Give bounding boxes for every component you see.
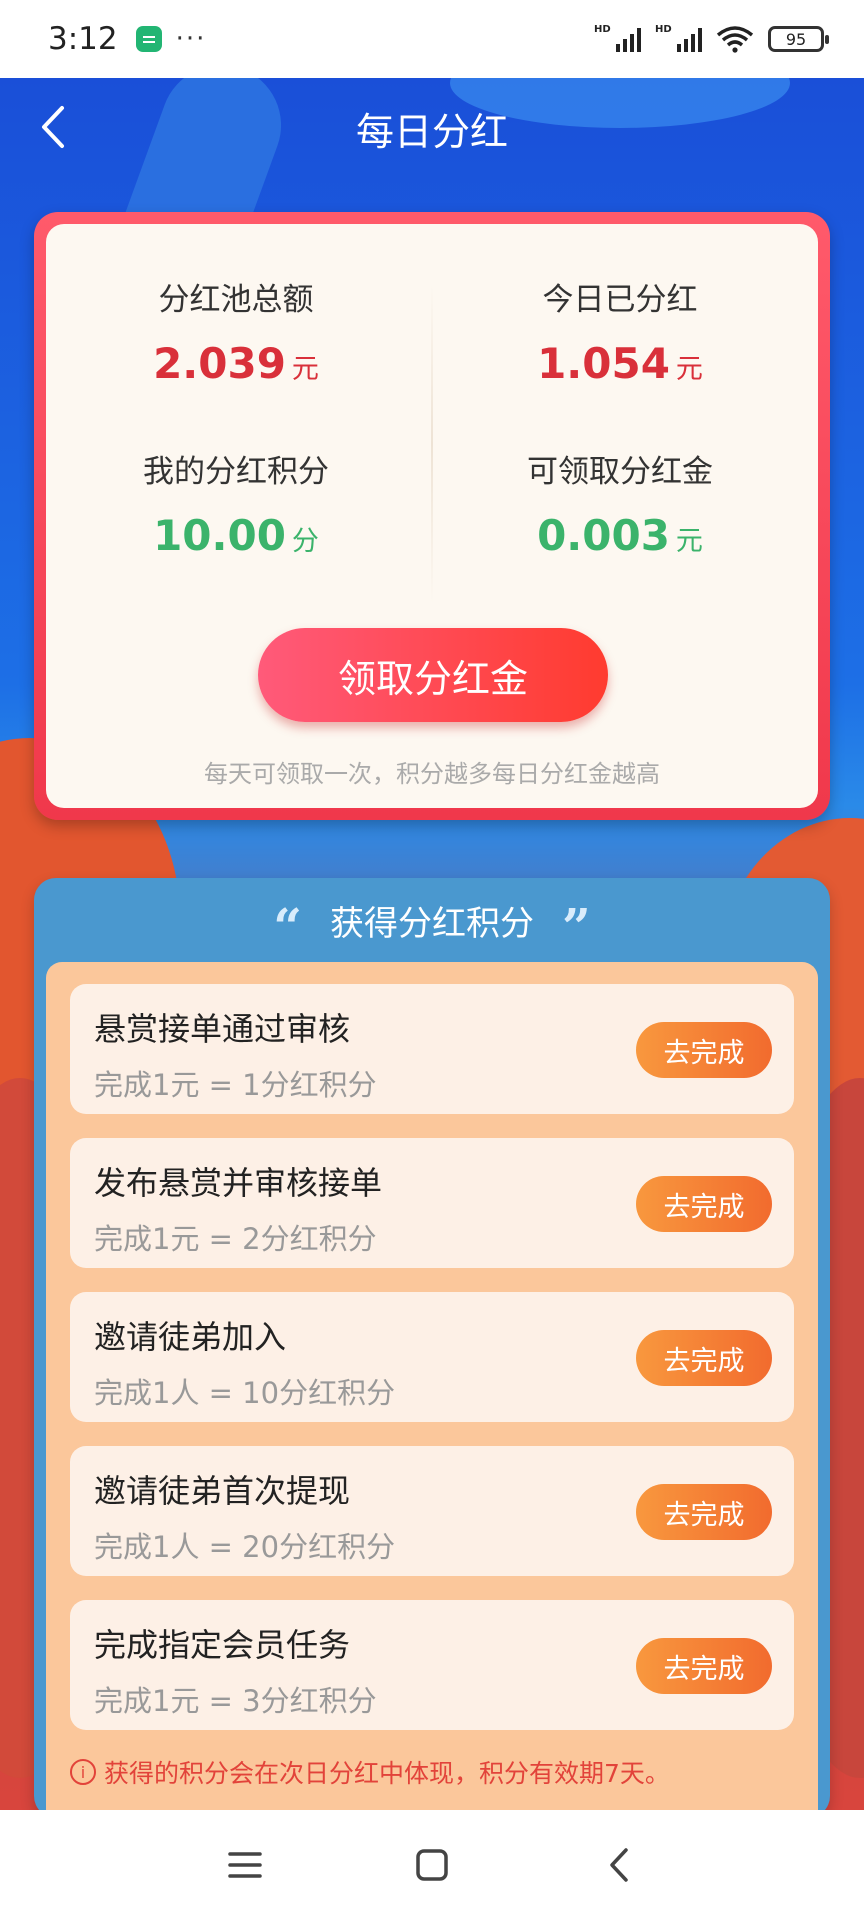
task-item: 邀请徒弟首次提现 完成1人 = 20分红积分 去完成	[70, 1446, 794, 1576]
earn-points-title: 获得分红积分	[330, 903, 534, 944]
system-nav-bar	[0, 1810, 864, 1920]
stat-claimable: 可领取分红金 0.003 元	[430, 446, 810, 560]
nav-back-icon	[610, 1848, 628, 1882]
stat-label: 我的分红积分	[143, 454, 329, 490]
task-list: 悬赏接单通过审核 完成1元 = 1分红积分 去完成 发布悬赏并审核接单 完成1元…	[46, 962, 818, 1818]
today-dividend-value: 1.054	[537, 339, 670, 388]
task-item: 发布悬赏并审核接单 完成1元 = 2分红积分 去完成	[70, 1138, 794, 1268]
earn-points-panel: “ 获得分红积分 ” 悬赏接单通过审核 完成1元 = 1分红积分 去完成 发布悬…	[34, 878, 830, 1818]
stat-label: 今日已分红	[542, 282, 698, 318]
signal-hd-label: HD	[594, 24, 611, 35]
battery-icon: 95	[768, 26, 829, 52]
status-time: 3:12	[48, 21, 118, 57]
task-complete-button[interactable]: 去完成	[636, 1330, 772, 1386]
claimable-value: 0.003	[537, 511, 670, 560]
stat-label: 可领取分红金	[527, 454, 713, 490]
quote-close-icon: ”	[562, 897, 591, 956]
claim-note: 每天可领取一次，积分越多每日分红金越高	[204, 760, 660, 788]
task-complete-button[interactable]: 去完成	[636, 1638, 772, 1694]
task-complete-button[interactable]: 去完成	[636, 1484, 772, 1540]
task-item: 悬赏接单通过审核 完成1元 = 1分红积分 去完成	[70, 984, 794, 1114]
stat-value: 1.054 元	[430, 339, 810, 388]
today-dividend-unit: 元	[675, 354, 703, 385]
page-header: 每日分红	[0, 78, 864, 178]
status-bar: 3:12 ··· HD HD 95	[0, 0, 864, 78]
claim-dividend-button[interactable]: 领取分红金	[258, 628, 608, 722]
back-arrow-icon	[42, 106, 64, 148]
menu-icon	[228, 1852, 262, 1878]
app-notification-icon	[135, 26, 162, 52]
task-item: 完成指定会员任务 完成1元 = 3分红积分 去完成	[70, 1600, 794, 1730]
quote-open-icon: “	[273, 897, 302, 956]
more-notifications-icon: ···	[175, 24, 207, 54]
task-item: 邀请徒弟加入 完成1人 = 10分红积分 去完成	[70, 1292, 794, 1422]
menu-button[interactable]	[220, 1840, 270, 1890]
stat-value: 10.00 分	[46, 511, 426, 560]
signal-hd-label: HD	[655, 24, 672, 35]
stat-value: 2.039 元	[46, 339, 426, 388]
info-icon: i	[70, 1759, 96, 1785]
dividend-pool-card: 分红池总额 2.039 元 今日已分红 1.054 元 我的分红积分 10.00 分 …	[34, 212, 830, 820]
battery-level: 95	[785, 29, 807, 49]
status-indicators: HD HD 95	[594, 24, 829, 53]
nav-back-button[interactable]	[594, 1840, 644, 1890]
earn-points-header: “ 获得分红积分 ”	[46, 878, 818, 962]
stat-value: 0.003 元	[430, 511, 810, 560]
back-button[interactable]	[26, 100, 80, 154]
stat-my-points: 我的分红积分 10.00 分	[46, 446, 426, 560]
task-complete-button[interactable]: 去完成	[636, 1176, 772, 1232]
page-title: 每日分红	[355, 109, 508, 154]
dividend-pool-inner: 分红池总额 2.039 元 今日已分红 1.054 元 我的分红积分 10.00 分 …	[46, 224, 818, 808]
pool-total-unit: 元	[291, 354, 319, 385]
my-points-unit: 分	[291, 526, 319, 557]
signal-icon: HD	[594, 24, 641, 52]
stat-label: 分红池总额	[158, 282, 314, 318]
stat-pool-total: 分红池总额 2.039 元	[46, 274, 426, 388]
home-icon	[416, 1849, 448, 1881]
footnote-text: 获得的积分会在次日分红中体现，积分有效期7天。	[104, 1759, 670, 1788]
pool-total-value: 2.039	[153, 339, 286, 388]
points-footnote: i 获得的积分会在次日分红中体现，积分有效期7天。	[70, 1754, 794, 1790]
home-button[interactable]	[407, 1840, 457, 1890]
my-points-value: 10.00	[153, 511, 286, 560]
claimable-unit: 元	[675, 526, 703, 557]
wifi-icon	[716, 26, 754, 53]
stat-today-dividend: 今日已分红 1.054 元	[430, 274, 810, 388]
signal-icon: HD	[655, 24, 702, 52]
task-complete-button[interactable]: 去完成	[636, 1022, 772, 1078]
